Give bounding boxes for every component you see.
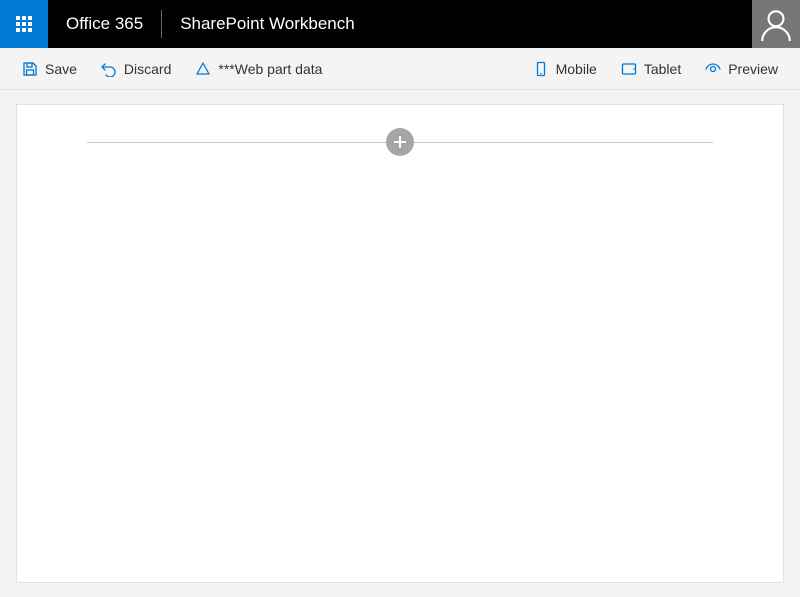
command-bar: Save Discard ***Web part data Mobile <box>0 48 800 90</box>
brand-name[interactable]: Office 365 <box>48 0 161 48</box>
webpart-data-button[interactable]: ***Web part data <box>183 48 334 89</box>
suite-header: Office 365 SharePoint Workbench <box>0 0 800 48</box>
save-label: Save <box>45 61 77 77</box>
header-spacer <box>373 0 752 48</box>
canvas-container <box>0 90 800 597</box>
save-button[interactable]: Save <box>10 48 89 89</box>
command-bar-right: Mobile Tablet Preview <box>521 48 790 89</box>
mobile-button[interactable]: Mobile <box>521 48 609 89</box>
page-canvas <box>16 104 784 583</box>
mobile-label: Mobile <box>556 61 597 77</box>
eye-icon <box>705 61 721 77</box>
triangle-icon <box>195 61 211 77</box>
discard-button[interactable]: Discard <box>89 48 183 89</box>
preview-label: Preview <box>728 61 778 77</box>
save-icon <box>22 61 38 77</box>
tablet-button[interactable]: Tablet <box>609 48 693 89</box>
preview-button[interactable]: Preview <box>693 48 790 89</box>
undo-icon <box>101 61 117 77</box>
add-webpart-button[interactable] <box>386 128 414 156</box>
app-title: SharePoint Workbench <box>162 0 373 48</box>
add-section-line <box>87 133 713 151</box>
phone-icon <box>533 61 549 77</box>
discard-label: Discard <box>124 61 171 77</box>
tablet-icon <box>621 61 637 77</box>
webpart-data-label: ***Web part data <box>218 61 322 77</box>
user-avatar[interactable] <box>752 0 800 48</box>
app-launcher-button[interactable] <box>0 0 48 48</box>
tablet-label: Tablet <box>644 61 681 77</box>
person-icon <box>759 7 793 41</box>
waffle-icon <box>16 16 32 32</box>
